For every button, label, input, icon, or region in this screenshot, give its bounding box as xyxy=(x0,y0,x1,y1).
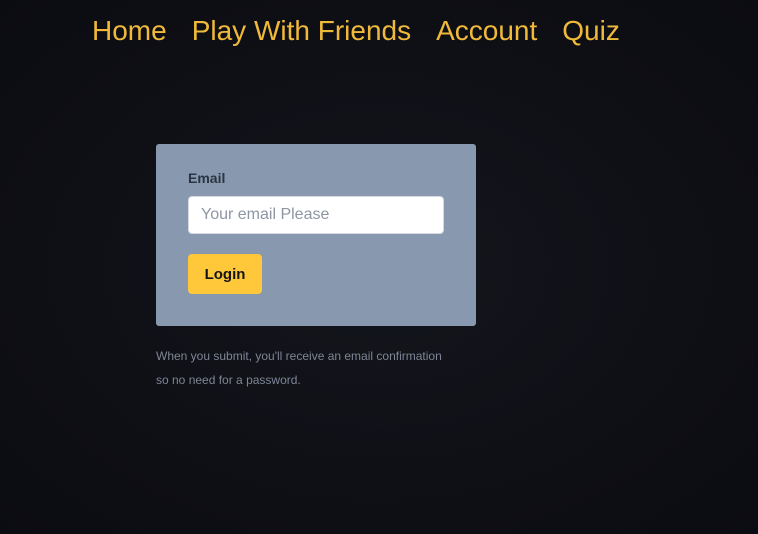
main-nav: Home Play With Friends Account Quiz xyxy=(92,12,645,50)
email-input[interactable] xyxy=(188,196,444,234)
login-note: When you submit, you'll receive an email… xyxy=(156,344,476,392)
login-note-line-1: When you submit, you'll receive an email… xyxy=(156,349,442,363)
nav-link-play-with-friends[interactable]: Play With Friends xyxy=(192,12,411,50)
email-label: Email xyxy=(188,170,226,186)
login-note-line-2: so no need for a password. xyxy=(156,373,301,387)
login-card: Email Login xyxy=(156,144,476,326)
nav-link-home[interactable]: Home xyxy=(92,12,167,50)
nav-link-account[interactable]: Account xyxy=(436,12,537,50)
nav-link-quiz[interactable]: Quiz xyxy=(562,12,620,50)
login-button[interactable]: Login xyxy=(188,254,262,294)
